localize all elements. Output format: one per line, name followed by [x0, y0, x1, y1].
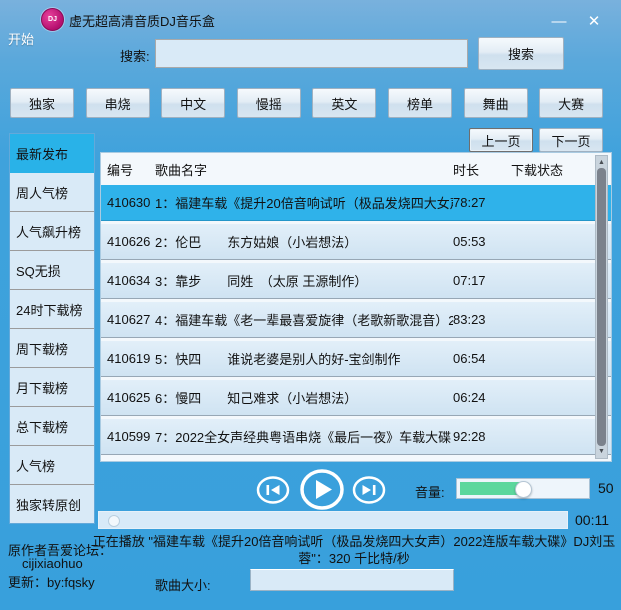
- table-row[interactable]: 4106343：靠步 同姓 （太原 王源制作）07:17: [101, 263, 611, 299]
- chart-category-sidebar: 最新发布周人气榜人气飙升榜SQ无损24时下载榜周下载榜月下载榜总下载榜人气榜独家…: [9, 133, 95, 524]
- category-button-8[interactable]: 大赛: [539, 88, 603, 118]
- scroll-up-icon[interactable]: ▲: [596, 157, 607, 168]
- volume-label: 音量:: [415, 482, 445, 501]
- cell-id: 410627: [101, 312, 155, 327]
- scroll-down-icon[interactable]: ▼: [596, 446, 607, 457]
- category-button-5[interactable]: 英文: [312, 88, 376, 118]
- play-button[interactable]: [300, 469, 344, 510]
- volume-value: 50: [598, 480, 614, 496]
- previous-track-button[interactable]: [256, 476, 290, 504]
- cell-id: 410625: [101, 390, 155, 405]
- volume-thumb[interactable]: [515, 481, 532, 498]
- table-scrollbar[interactable]: ▲ ▼: [595, 155, 608, 459]
- header-id: 编号: [101, 160, 155, 179]
- credit-update-label: 更新：by:fqsky: [8, 572, 95, 591]
- header-song-name: 歌曲名字: [155, 160, 453, 179]
- cell-name: 6：慢四 知己难求（小岩想法）: [155, 388, 453, 407]
- start-label: 开始: [8, 29, 34, 48]
- cell-dur: 05:53: [453, 234, 505, 249]
- cell-id: 410599: [101, 429, 155, 444]
- progress-bar[interactable]: [98, 511, 568, 529]
- cell-id: 410630: [101, 195, 155, 210]
- prev-page-button[interactable]: 上一页: [469, 128, 533, 152]
- sidebar-item-3[interactable]: 人气飙升榜: [10, 212, 94, 251]
- category-button-6[interactable]: 榜单: [388, 88, 452, 118]
- table-row[interactable]: 4106195：快四 谁说老婆是别人的好-宝剑制作06:54: [101, 341, 611, 377]
- elapsed-time: 00:11: [575, 512, 609, 528]
- cell-name: 7：2022全女声经典粤语串烧《最后一夜》车载大碟: [155, 427, 453, 446]
- sidebar-item-7[interactable]: 月下载榜: [10, 368, 94, 407]
- app-window: { "window": { "title": "虚无超高清音质DJ音乐盒", "…: [0, 0, 621, 610]
- cell-dur: 78:27: [453, 195, 505, 210]
- search-input[interactable]: [155, 39, 468, 68]
- search-button[interactable]: 搜索: [478, 37, 564, 70]
- cell-name: 4：福建车载《老一辈最喜爱旋律（老歌新歌混音）20: [155, 310, 453, 329]
- volume-slider[interactable]: [456, 478, 590, 499]
- close-button[interactable]: ✕: [581, 12, 607, 32]
- progress-thumb[interactable]: [108, 515, 120, 527]
- song-table-rows: 4106301：福建车载《提升20倍音响试听（极品发烧四大女声78:274106…: [101, 185, 611, 455]
- next-track-button[interactable]: [352, 476, 386, 504]
- category-button-1[interactable]: 独家: [10, 88, 74, 118]
- cell-dur: 06:24: [453, 390, 505, 405]
- table-row[interactable]: 4106301：福建车载《提升20倍音响试听（极品发烧四大女声78:27: [101, 185, 611, 221]
- now-playing-status: 正在播放 "福建车载《提升20倍音响试听（极品发烧四大女声）2022连版车载大碟…: [92, 533, 616, 567]
- table-row[interactable]: 4106274：福建车载《老一辈最喜爱旋律（老歌新歌混音）2083:23: [101, 302, 611, 338]
- minimize-button[interactable]: —: [546, 12, 572, 32]
- sidebar-item-1[interactable]: 最新发布: [10, 134, 94, 173]
- sidebar-item-5[interactable]: 24时下载榜: [10, 290, 94, 329]
- sidebar-item-4[interactable]: SQ无损: [10, 251, 94, 290]
- table-row[interactable]: 4105997：2022全女声经典粤语串烧《最后一夜》车载大碟92:28: [101, 419, 611, 455]
- category-button-2[interactable]: 串烧: [86, 88, 150, 118]
- cell-name: 2：伦巴 东方姑娘（小岩想法）: [155, 232, 453, 251]
- song-table-header: 编号 歌曲名字 时长 下载状态: [101, 153, 611, 185]
- table-row[interactable]: 4106256：慢四 知己难求（小岩想法）06:24: [101, 380, 611, 416]
- table-row[interactable]: 4106262：伦巴 东方姑娘（小岩想法）05:53: [101, 224, 611, 260]
- cell-name: 3：靠步 同姓 （太原 王源制作）: [155, 271, 453, 290]
- category-button-3[interactable]: 中文: [161, 88, 225, 118]
- sidebar-item-2[interactable]: 周人气榜: [10, 173, 94, 212]
- cell-name: 5：快四 谁说老婆是别人的好-宝剑制作: [155, 349, 453, 368]
- sidebar-item-6[interactable]: 周下载榜: [10, 329, 94, 368]
- cell-dur: 06:54: [453, 351, 505, 366]
- category-button-4[interactable]: 慢摇: [237, 88, 301, 118]
- song-size-label: 歌曲大小:: [155, 575, 211, 594]
- credit-forum-id: cijixiaohuo: [22, 556, 83, 571]
- window-title: 虚无超高清音质DJ音乐盒: [69, 11, 215, 30]
- sidebar-item-9[interactable]: 人气榜: [10, 446, 94, 485]
- sidebar-item-10[interactable]: 独家转原创: [10, 485, 94, 523]
- header-duration: 时长: [453, 160, 505, 179]
- next-page-button[interactable]: 下一页: [539, 128, 603, 152]
- song-table: 编号 歌曲名字 时长 下载状态 4106301：福建车载《提升20倍音响试听（极…: [100, 152, 612, 462]
- search-label: 搜索:: [120, 46, 150, 65]
- volume-fill: [460, 482, 522, 495]
- cell-id: 410626: [101, 234, 155, 249]
- cell-dur: 92:28: [453, 429, 505, 444]
- category-button-7[interactable]: 舞曲: [464, 88, 528, 118]
- cell-dur: 83:23: [453, 312, 505, 327]
- cell-name: 1：福建车载《提升20倍音响试听（极品发烧四大女声: [155, 193, 453, 212]
- scrollbar-thumb[interactable]: [597, 168, 606, 446]
- cell-id: 410619: [101, 351, 155, 366]
- app-logo-icon: DJ: [41, 8, 64, 31]
- sidebar-item-8[interactable]: 总下载榜: [10, 407, 94, 446]
- cell-id: 410634: [101, 273, 155, 288]
- cell-dur: 07:17: [453, 273, 505, 288]
- song-size-input[interactable]: [250, 569, 454, 591]
